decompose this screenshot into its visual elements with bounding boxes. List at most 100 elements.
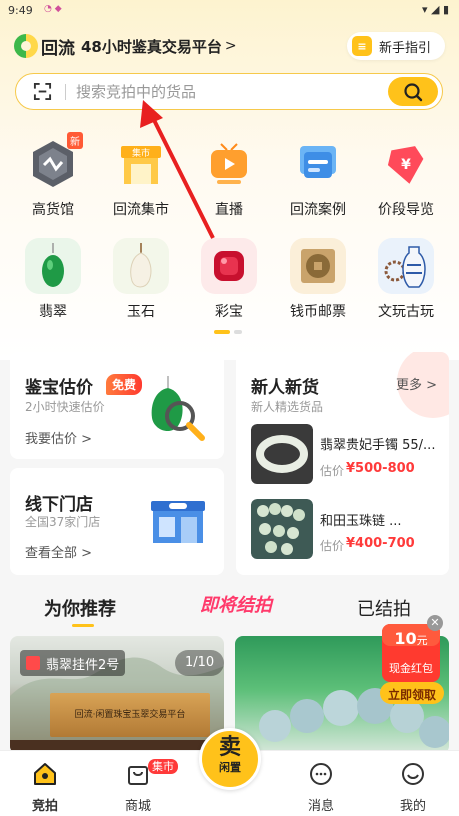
appraise-link[interactable]: 我要估价 > [25, 428, 92, 447]
svg-text:¥: ¥ [401, 157, 411, 173]
status-time: 9:49 [8, 4, 33, 17]
red-packet-label: 现金红包 [389, 662, 433, 675]
market-stall-icon: 集市 [113, 136, 169, 192]
nav-label: 我的 [399, 799, 426, 814]
scan-icon[interactable] [33, 82, 52, 101]
category-premium-hall[interactable]: 新 高货馆 [13, 132, 93, 219]
price-label: 估价 [320, 464, 345, 478]
category-live[interactable]: 直播 [189, 136, 269, 219]
category-jadeite[interactable]: 翡翠 [13, 238, 93, 321]
brand-header[interactable]: 回流 48小时鉴真交易平台 > [14, 32, 237, 60]
vase-icon [378, 238, 434, 294]
nav-label: 竞拍 [31, 799, 58, 814]
jade-magnifier-icon [151, 376, 205, 441]
category-label: 高货馆 [32, 202, 74, 218]
search-button[interactable] [388, 77, 438, 106]
guide-label: 新手指引 [379, 40, 432, 56]
red-packet-promo[interactable]: ✕ 10元 现金红包 立即领取 [380, 615, 444, 704]
category-label: 文玩古玩 [378, 304, 434, 320]
nav-label: 商城 [124, 799, 151, 814]
page-dot [234, 330, 242, 334]
chevron-right-icon: > [224, 38, 237, 54]
chat-icon [310, 763, 332, 785]
page-dot-active [214, 330, 230, 334]
new-badge: 新 [67, 132, 83, 149]
search-icon [404, 82, 423, 101]
category-label: 直播 [215, 202, 243, 218]
category-label: 钱币邮票 [290, 304, 346, 320]
nav-messages[interactable]: 消息 [291, 761, 351, 814]
logo-text: 回流 [41, 38, 75, 59]
svg-text:集市: 集市 [132, 147, 150, 159]
search-input[interactable] [76, 80, 376, 103]
gem-icon [201, 238, 257, 294]
category-coins-stamps[interactable]: 钱币邮票 [278, 238, 358, 321]
guide-icon: ≡ [352, 36, 372, 56]
appraisal-subtitle: 2小时快速估价 [25, 400, 105, 414]
stores-subtitle: 全国37家门店 [25, 515, 101, 529]
newcomer-subtitle: 新人精选货品 [251, 400, 324, 414]
store-icon [151, 501, 205, 543]
tab-underline [72, 624, 94, 627]
category-jade[interactable]: 玉石 [101, 238, 181, 321]
appraisal-title: 鉴宝估价 [25, 378, 93, 398]
search-bar[interactable] [15, 73, 443, 110]
jade-stone-icon [113, 238, 169, 294]
product-price: ¥500-800 [346, 461, 415, 476]
notification-icons: ◔ ◆ [44, 4, 62, 14]
amount-value: 10 [394, 629, 417, 648]
tab-recommend[interactable]: 为你推荐 [44, 595, 116, 621]
newcomer-title: 新人新货 [251, 378, 319, 398]
product-name[interactable]: 和田玉珠链 ... [320, 510, 440, 529]
category-label: 价段导览 [378, 202, 434, 218]
product-bangle-image[interactable] [251, 424, 313, 484]
page-indicator [214, 330, 246, 334]
price-label: 估价 [320, 539, 345, 553]
claim-button[interactable]: 立即领取 [380, 686, 444, 703]
tagline: 48小时鉴真交易平台 [81, 37, 222, 56]
category-label: 翡翠 [39, 304, 67, 320]
nav-auction[interactable]: 竞拍 [15, 761, 75, 814]
category-market[interactable]: 集市 回流集市 [101, 136, 181, 219]
category-label: 玉石 [127, 304, 155, 320]
free-badge: 免费 [106, 374, 143, 395]
chart-icon [26, 656, 40, 670]
beginner-guide-button[interactable]: ≡ 新手指引 [347, 32, 445, 60]
jadeite-icon [25, 238, 81, 294]
red-packet-amount: 10元 [380, 629, 442, 648]
status-bar: 9:49 ◔ ◆ ▾ ◢ ▮ [0, 0, 459, 22]
sell-sub-label: 闲置 [219, 761, 241, 774]
home-icon [34, 763, 56, 785]
sell-label: 卖 [218, 735, 241, 760]
cases-card-icon [290, 136, 346, 192]
display-sign: 回流·闲置珠宝玉翠交易平台 [50, 693, 210, 737]
product-name[interactable]: 翡翠贵妃手镯 55/... [320, 434, 440, 453]
category-price-guide[interactable]: ¥ 价段导览 [366, 136, 446, 219]
coin-icon [290, 238, 346, 294]
view-all-stores-link[interactable]: 查看全部 > [25, 542, 92, 561]
feed-card[interactable]: 翡翠挂件2号 1/10 回流·闲置珠宝玉翠交易平台 [10, 636, 224, 754]
category-cases[interactable]: 回流案例 [278, 136, 358, 219]
category-gems[interactable]: 彩宝 [189, 238, 269, 321]
tab-ended[interactable]: 已结拍 [357, 595, 411, 621]
category-antiques[interactable]: 文玩古玩 [366, 238, 446, 321]
search-divider [65, 84, 66, 100]
feed-tag: 翡翠挂件2号 [20, 650, 126, 676]
nav-mine[interactable]: 我的 [383, 761, 443, 814]
nav-label: 消息 [307, 799, 334, 814]
price-tag-icon: ¥ [378, 136, 434, 192]
smile-icon [402, 763, 424, 785]
tab-ending-soon[interactable]: 即将结拍 [200, 591, 272, 617]
image-counter: 1/10 [175, 650, 224, 676]
category-label: 彩宝 [215, 304, 243, 320]
category-label: 回流案例 [290, 202, 346, 218]
live-tv-icon [201, 136, 257, 192]
market-badge: 集市 [148, 759, 178, 774]
status-right-icons: ▾ ◢ ▮ [421, 3, 449, 16]
feed-tag-label: 翡翠挂件2号 [46, 657, 120, 673]
logo-icon [14, 34, 38, 58]
product-bead-necklace-image[interactable] [251, 499, 313, 559]
sell-button[interactable]: 卖 闲置 [199, 728, 261, 790]
more-link[interactable]: 更多 > [396, 374, 437, 393]
amount-unit: 元 [416, 634, 428, 647]
